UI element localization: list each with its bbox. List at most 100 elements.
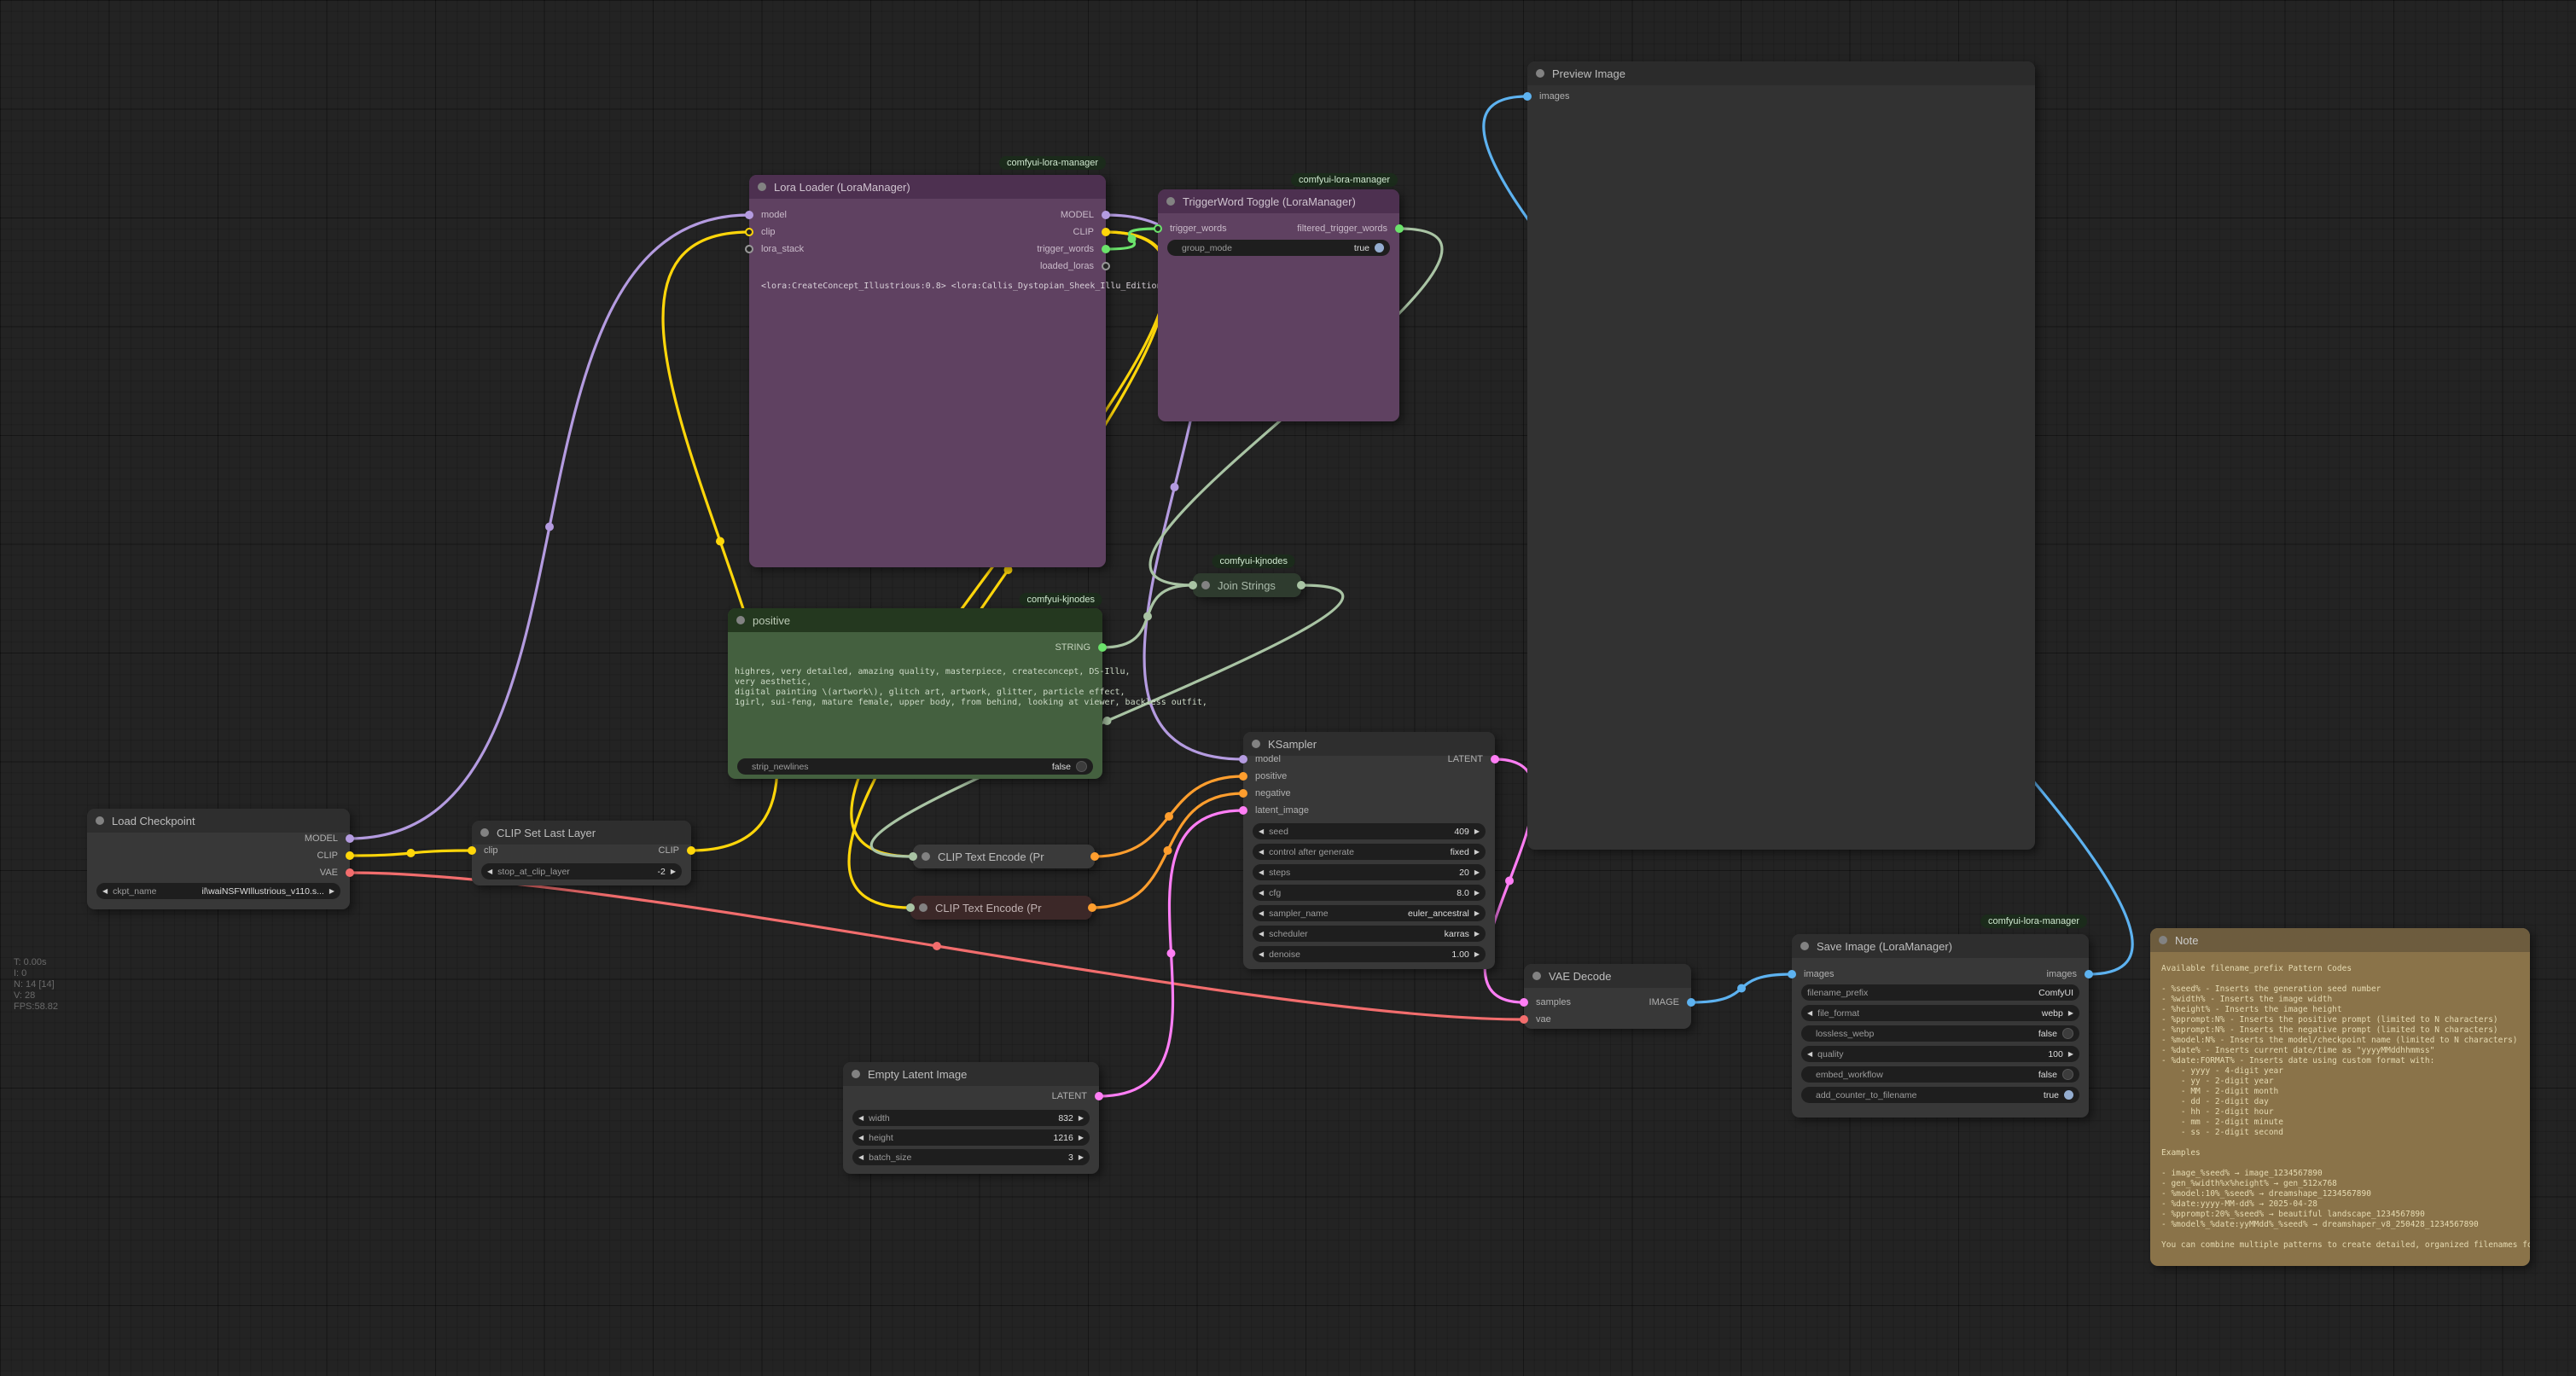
trigger_words-output-dot[interactable] [1102,245,1110,253]
increment-arrow-icon[interactable]: ▶ [329,887,334,895]
decrement-arrow-icon[interactable]: ◀ [1259,930,1264,938]
samples-input-dot[interactable] [1520,998,1528,1007]
positive-prompt-node[interactable]: positiveSTRINGstrip_newlinesfalsehighres… [728,608,1102,779]
loaded_loras-output-dot[interactable] [1102,262,1110,270]
negative-input-dot[interactable] [1239,789,1247,798]
increment-arrow-icon[interactable]: ▶ [1079,1114,1084,1122]
add_counter_to_filename-widget[interactable]: add_counter_to_filenametrue [1801,1087,2079,1103]
clip-text-encode-negative-node[interactable]: CLIP Text Encode (Pr [910,896,1092,920]
decrement-arrow-icon[interactable]: ◀ [102,887,108,895]
collapse-dot[interactable] [852,1070,860,1078]
CLIP-output-dot[interactable] [687,846,695,855]
triggerword-toggle-node[interactable]: TriggerWord Toggle (LoraManager)trigger_… [1158,189,1399,421]
decrement-arrow-icon[interactable]: ◀ [487,868,492,875]
clip-input-dot[interactable] [468,846,476,855]
LATENT-output-dot[interactable] [1095,1092,1103,1100]
LATENT-output-dot[interactable] [1491,755,1499,763]
vae-decode-node-header[interactable]: VAE Decode [1524,964,1691,988]
preview-image-node[interactable]: Preview Imageimages [1527,61,2035,850]
images-output-dot[interactable] [2085,970,2093,978]
save-image-node[interactable]: Save Image (LoraManager)imagesimagesfile… [1792,934,2089,1118]
load-checkpoint-node[interactable]: Load CheckpointMODELCLIPVAE◀ckpt_nameil\… [87,809,350,909]
collapse-dot[interactable] [1532,972,1541,980]
collapse-dot[interactable] [1252,740,1260,748]
lora_stack-input-dot[interactable] [745,245,753,253]
lora-loader-node-header[interactable]: Lora Loader (LoraManager) [749,175,1106,199]
control after generate-widget[interactable]: ◀control after generatefixed▶ [1253,844,1486,860]
CLIP-output-dot[interactable] [346,851,354,860]
IMAGE-output-dot[interactable] [1687,998,1695,1007]
collapse-dot[interactable] [1201,581,1210,589]
save-image-node-header[interactable]: Save Image (LoraManager) [1792,934,2089,958]
latent_image-input-dot[interactable] [1239,806,1247,815]
clip-text-encode-negative-node-header[interactable]: CLIP Text Encode (Pr [910,896,1092,920]
note-node-header[interactable]: Note [2150,928,2530,952]
empty-latent-image-node[interactable]: Empty Latent ImageLATENT◀width832▶◀heigh… [843,1062,1099,1174]
height-widget[interactable]: ◀height1216▶ [852,1129,1090,1146]
strip_newlines-widget[interactable]: strip_newlinesfalse [737,758,1093,775]
VAE-output-dot[interactable] [346,868,354,877]
collapse-dot[interactable] [1536,69,1544,78]
increment-arrow-icon[interactable]: ▶ [1474,848,1480,856]
collapse-dot[interactable] [1800,942,1809,950]
clip-text-encode-positive-node-header[interactable]: CLIP Text Encode (Pr [913,845,1095,868]
CLIP Text Encode (Pr-output-dot[interactable] [1088,903,1096,912]
images-input-dot[interactable] [1523,92,1532,101]
lossless_webp-widget[interactable]: lossless_webpfalse [1801,1025,2079,1042]
decrement-arrow-icon[interactable]: ◀ [858,1153,864,1161]
ksampler-node-header[interactable]: KSampler [1243,732,1495,756]
toggle-circle[interactable] [1076,761,1087,772]
denoise-widget[interactable]: ◀denoise1.00▶ [1253,946,1486,962]
decrement-arrow-icon[interactable]: ◀ [1807,1009,1812,1017]
images-input-dot[interactable] [1788,970,1796,978]
collapse-dot[interactable] [736,616,745,624]
Join Strings-output-dot[interactable] [1297,581,1305,589]
note-node[interactable]: NoteAvailable filename_prefix Pattern Co… [2150,928,2530,1266]
decrement-arrow-icon[interactable]: ◀ [1259,827,1264,835]
decrement-arrow-icon[interactable]: ◀ [1259,889,1264,897]
toggle-circle[interactable] [2062,1069,2073,1080]
vae-decode-node[interactable]: VAE DecodesamplesvaeIMAGE [1524,964,1691,1029]
collapse-dot[interactable] [1166,197,1175,206]
increment-arrow-icon[interactable]: ▶ [1474,909,1480,917]
increment-arrow-icon[interactable]: ▶ [1079,1134,1084,1141]
decrement-arrow-icon[interactable]: ◀ [858,1134,864,1141]
toggle-circle[interactable] [2064,1090,2073,1100]
increment-arrow-icon[interactable]: ▶ [1474,930,1480,938]
batch_size-widget[interactable]: ◀batch_size3▶ [852,1149,1090,1165]
increment-arrow-icon[interactable]: ▶ [1474,889,1480,897]
model-input-dot[interactable] [1239,755,1247,763]
preview-image-node-header[interactable]: Preview Image [1527,61,2035,85]
positive-prompt-node-header[interactable]: positive [728,608,1102,632]
increment-arrow-icon[interactable]: ▶ [2068,1009,2073,1017]
decrement-arrow-icon[interactable]: ◀ [1259,909,1264,917]
increment-arrow-icon[interactable]: ▶ [1474,868,1480,876]
stop_at_clip_layer-widget[interactable]: ◀stop_at_clip_layer-2▶ [481,863,682,880]
increment-arrow-icon[interactable]: ▶ [1474,950,1480,958]
decrement-arrow-icon[interactable]: ◀ [1259,950,1264,958]
positive-input-dot[interactable] [1239,772,1247,781]
lora-loader-node[interactable]: Lora Loader (LoraManager)modelcliplora_s… [749,175,1106,567]
sampler_name-widget[interactable]: ◀sampler_nameeuler_ancestral▶ [1253,905,1486,921]
collapse-dot[interactable] [922,852,930,861]
toggle-circle[interactable] [2062,1028,2073,1039]
join-strings-node-header[interactable]: Join Strings [1193,573,1301,597]
increment-arrow-icon[interactable]: ▶ [1079,1153,1084,1161]
filtered_trigger_words-output-dot[interactable] [1395,224,1404,233]
trigger_words-input-dot[interactable] [1154,224,1162,233]
decrement-arrow-icon[interactable]: ◀ [1259,848,1264,856]
toggle-circle[interactable] [1375,243,1384,253]
quality-widget[interactable]: ◀quality100▶ [1801,1046,2079,1062]
CLIP Text Encode (Pr-output-dot[interactable] [1090,852,1099,861]
scheduler-widget[interactable]: ◀schedulerkarras▶ [1253,926,1486,942]
model-input-dot[interactable] [745,211,753,219]
clip-set-last-layer-node-header[interactable]: CLIP Set Last Layer [472,821,691,845]
graph-canvas[interactable]: Load CheckpointMODELCLIPVAE◀ckpt_nameil\… [0,0,2576,1376]
collapse-dot[interactable] [96,816,104,825]
join-strings-node[interactable]: Join Strings [1193,573,1301,597]
collapse-dot[interactable] [919,903,927,912]
width-widget[interactable]: ◀width832▶ [852,1110,1090,1126]
CLIP Text Encode (Pr-input-dot[interactable] [906,903,915,912]
vae-input-dot[interactable] [1520,1015,1528,1024]
filename_prefix-widget[interactable]: filename_prefixComfyUI [1801,984,2079,1001]
